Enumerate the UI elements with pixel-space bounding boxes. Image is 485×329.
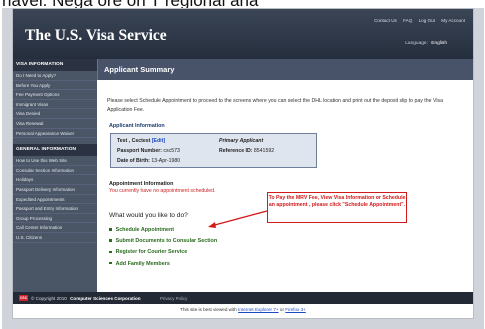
browser-note-prefix: This site is best viewed with [180, 307, 237, 312]
language-label: Language: [405, 41, 428, 46]
applicant-name: Test , Csctest [117, 138, 151, 144]
action-item: Schedule Appointment [109, 227, 217, 238]
reference-label: Reference ID: [219, 148, 253, 154]
copyright-text: © Copyright 2010 Computer Sciences Corpo… [31, 296, 141, 301]
sidebar-item-holidays[interactable]: Holidays [13, 175, 97, 185]
top-links: Contact Us FAQ Log Out My Account [369, 18, 465, 23]
copyright-year: © Copyright 2010 [31, 295, 67, 301]
firefox-link[interactable]: Firefox 3+ [285, 307, 306, 312]
language-option-english[interactable]: English [431, 41, 447, 46]
schedule-appointment-link[interactable]: Schedule Appointment [116, 227, 175, 233]
sidebar-item-passport-delivery[interactable]: Passport Delivery Information [13, 185, 97, 195]
browser-note-or: or [279, 307, 284, 312]
sidebar-item-consular-section[interactable]: Consular Section Information [13, 166, 97, 176]
sidebar-item-how-to-use[interactable]: How to Use this Web Site [13, 156, 97, 166]
applicant-name-row: Test , Csctest [Edit] [117, 138, 165, 144]
sidebar-item-visa-denied[interactable]: Visa Denied [13, 109, 97, 119]
company-name: Computer Sciences Corporation [70, 295, 141, 301]
what-to-do-heading: What would you like to do? [109, 212, 188, 219]
action-item: Add Family Members [109, 261, 217, 272]
applicant-information-heading: Applicant Information [109, 123, 165, 129]
sidebar-item-passport-entry[interactable]: Passport and Entry Information [13, 204, 97, 214]
sidebar-heading-visa-information: VISA INFORMATION [13, 59, 97, 71]
language-selector: Language: English [405, 41, 447, 46]
sidebar: VISA INFORMATION Do I Need to Apply? Bef… [13, 59, 97, 292]
callout-arrow-icon [208, 210, 268, 228]
passport-value: csc573 [163, 148, 180, 154]
action-list: Schedule Appointment Submit Documents to… [109, 227, 217, 272]
sidebar-item-immigrant-visas[interactable]: Immigrant Visas [13, 100, 97, 110]
appointment-information-heading: Appointment Information [109, 181, 174, 187]
passport-row: Passport Number: csc573 [117, 148, 180, 154]
bullet-icon [109, 239, 112, 243]
site-logo-title[interactable]: The U.S. Visa Service [25, 27, 167, 45]
register-courier-link[interactable]: Register for Courier Service [116, 249, 188, 255]
sidebar-item-personal-appearance-waiver[interactable]: Personal Appearance Waiver [13, 129, 97, 139]
sidebar-item-before-you-apply[interactable]: Before You Apply [13, 81, 97, 91]
sidebar-heading-general-information: GENERAL INFORMATION [13, 144, 97, 157]
sidebar-item-group-processing[interactable]: Group Processing [13, 214, 97, 224]
sidebar-item-visa-renewal[interactable]: Visa Renewal [13, 119, 97, 129]
dob-label: Date of Birth: [117, 158, 150, 164]
privacy-policy-link[interactable]: Privacy Policy [160, 296, 187, 301]
browser-note: This site is best viewed with Internet E… [13, 307, 473, 312]
main-content: Applicant Summary Please select Schedule… [97, 59, 473, 292]
bullet-icon [109, 250, 112, 254]
bullet-icon [109, 228, 112, 231]
page-title-bar: Applicant Summary [97, 59, 473, 80]
reference-row: Reference ID: 8541592 [219, 148, 274, 154]
intro-text: Please select Schedule Appointment to pr… [107, 98, 443, 113]
dob-value: 13-Apr-1980 [151, 158, 181, 164]
sidebar-item-fee-payment-options[interactable]: Fee Payment Options [13, 90, 97, 100]
reference-value: 8541592 [253, 148, 275, 154]
action-item: Submit Documents to Consular Section [109, 238, 217, 249]
dob-row: Date of Birth: 13-Apr-1980 [117, 158, 180, 164]
no-appointment-message: You currently have no appointment schedu… [109, 188, 216, 194]
passport-label: Passport Number: [117, 148, 162, 154]
log-out-link[interactable]: Log Out [419, 18, 435, 23]
csc-logo: CSC [19, 295, 28, 301]
primary-applicant-label: Primary Applicant [219, 138, 264, 144]
add-family-members-link[interactable]: Add Family Members [116, 261, 170, 267]
submit-documents-link[interactable]: Submit Documents to Consular Section [116, 238, 218, 244]
my-account-link[interactable]: My Account [441, 18, 465, 23]
edit-applicant-link[interactable]: [Edit] [152, 138, 165, 144]
action-item: Register for Courier Service [109, 249, 217, 260]
sidebar-item-us-citizens[interactable]: U.S. Citizens [13, 233, 97, 243]
sidebar-item-expedited-appointments[interactable]: Expedited Appointments [13, 195, 97, 205]
site-header: The U.S. Visa Service Contact Us FAQ Log… [13, 9, 473, 59]
sidebar-item-call-center[interactable]: Call Center Information [13, 223, 97, 233]
sidebar-item-do-i-need-to-apply[interactable]: Do I Need to Apply? [13, 71, 97, 81]
site-footer: CSC © Copyright 2010 Computer Sciences C… [13, 292, 473, 304]
faq-link[interactable]: FAQ [403, 18, 412, 23]
schedule-callout: To Pay the MRV Fee, View Visa Informatio… [267, 192, 407, 223]
internet-explorer-link[interactable]: Internet Explorer 7+ [238, 307, 278, 312]
site-shell: The U.S. Visa Service Contact Us FAQ Log… [12, 8, 474, 319]
page: navel. Nega ore on T regional ana The U.… [0, 0, 485, 329]
contact-us-link[interactable]: Contact Us [374, 18, 397, 23]
applicant-info-box: Test , Csctest [Edit] Primary Applicant … [110, 133, 317, 168]
page-title: Applicant Summary [104, 65, 175, 74]
bullet-icon [109, 261, 112, 265]
